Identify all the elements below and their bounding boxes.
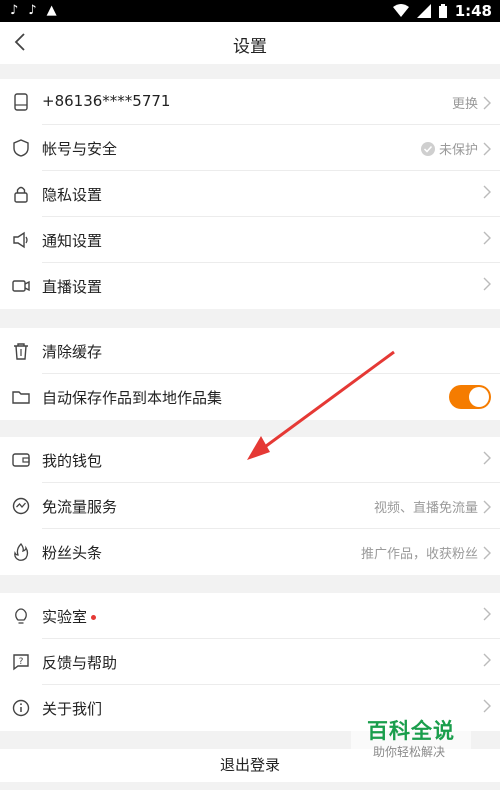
row-chevron — [478, 231, 492, 245]
trash-icon — [14, 343, 28, 360]
account-security-row[interactable]: 帐号与安全 未保护 — [0, 125, 500, 171]
live-settings-row[interactable]: 直播设置 — [0, 263, 500, 309]
free-data-hint: 视频、直播免流量 — [374, 497, 492, 516]
live-settings-label: 直播设置 — [42, 278, 103, 296]
watermark-subtitle: 助你轻松解决 — [373, 745, 446, 759]
chevron-right-icon — [483, 142, 491, 155]
security-status: 未保护 — [420, 139, 492, 158]
phone-number-row[interactable]: +86136****5771 更换 — [0, 79, 500, 125]
security-status-text: 未保护 — [438, 143, 478, 158]
clock: 1:48 — [454, 2, 492, 20]
chevron-right-icon — [483, 607, 491, 621]
row-chevron — [478, 699, 492, 713]
storage-settings-group: 清除缓存 自动保存作品到本地作品集 — [0, 328, 500, 420]
free-data-row[interactable]: 免流量服务 视频、直播免流量 — [0, 483, 500, 529]
status-bar: ♪ ♪ ▲ 1:48 — [0, 0, 500, 22]
free-data-label: 免流量服务 — [42, 498, 118, 516]
clear-cache-row[interactable]: 清除缓存 — [0, 328, 500, 374]
about-label: 关于我们 — [42, 700, 103, 718]
new-badge-dot — [91, 615, 97, 620]
row-chevron — [478, 277, 492, 291]
fans-headline-row[interactable]: 粉丝头条 推广作品，收获粉丝 — [0, 529, 500, 575]
change-phone-text: 更换 — [451, 97, 478, 112]
wallet-icon — [12, 453, 30, 467]
watermark-logo: 百科全说 助你轻松解决 — [351, 713, 471, 761]
clear-cache-label: 清除缓存 — [42, 343, 103, 361]
row-chevron — [478, 185, 492, 199]
row-chevron — [478, 607, 492, 621]
fire-icon — [14, 543, 29, 561]
chevron-right-icon — [483, 96, 491, 109]
privacy-settings-row[interactable]: 隐私设置 — [0, 171, 500, 217]
folder-icon — [12, 391, 30, 404]
phone-icon — [14, 93, 28, 111]
row-chevron — [478, 653, 492, 667]
change-phone-link[interactable]: 更换 — [452, 93, 492, 112]
check-circle-icon — [420, 141, 435, 156]
wallet-services-group: 我的钱包 免流量服务 视频、直播免流量 粉丝头条 推广作品，收获粉丝 — [0, 437, 500, 575]
tiktok-icon: ♪ — [10, 3, 19, 18]
notification-settings-label: 通知设置 — [42, 232, 103, 250]
lab-row[interactable]: 实验室 — [0, 593, 500, 639]
auto-save-toggle[interactable] — [449, 385, 491, 409]
privacy-settings-label: 隐私设置 — [42, 186, 103, 204]
account-settings-group: +86136****5771 更换 帐号与安全 未保护 隐私设置 通知设置 直播… — [0, 79, 500, 309]
tiktok-icon: ♪ — [28, 3, 37, 18]
chevron-right-icon — [483, 277, 491, 291]
misc-group: 实验室 ? 反馈与帮助 关于我们 — [0, 593, 500, 731]
toggle-knob — [469, 387, 489, 407]
page-title: 设置 — [233, 37, 267, 57]
battery-icon — [438, 4, 447, 18]
lightbulb-icon — [15, 608, 27, 624]
signal-icon — [416, 4, 431, 18]
chevron-right-icon — [483, 231, 491, 245]
wallet-row[interactable]: 我的钱包 — [0, 437, 500, 483]
info-icon — [12, 699, 30, 717]
chevron-right-icon — [483, 546, 491, 559]
image-icon: ▲ — [46, 3, 57, 18]
watermark-title: 百科全说 — [367, 719, 455, 743]
svg-text:?: ? — [19, 657, 24, 667]
fans-headline-label: 粉丝头条 — [42, 544, 103, 562]
chevron-right-icon — [483, 185, 491, 199]
free-data-hint-text: 视频、直播免流量 — [373, 501, 478, 516]
feedback-label: 反馈与帮助 — [42, 654, 118, 672]
lock-icon — [14, 186, 28, 203]
notification-settings-row[interactable]: 通知设置 — [0, 217, 500, 263]
fans-headline-hint-text: 推广作品，收获粉丝 — [360, 547, 478, 562]
shield-icon — [13, 139, 29, 157]
chevron-right-icon — [483, 451, 491, 465]
auto-save-label: 自动保存作品到本地作品集 — [42, 389, 223, 407]
feedback-row[interactable]: ? 反馈与帮助 — [0, 639, 500, 685]
system-icons: 1:48 — [392, 2, 492, 20]
chevron-right-icon — [483, 699, 491, 713]
feedback-icon: ? — [13, 654, 29, 671]
phone-number-label: +86136****5771 — [42, 92, 171, 110]
video-camera-icon — [12, 280, 30, 292]
wallet-label: 我的钱包 — [42, 452, 103, 470]
wifi-icon — [392, 4, 409, 17]
row-chevron — [478, 451, 492, 465]
notification-icons: ♪ ♪ ▲ — [10, 3, 57, 18]
chevron-right-icon — [483, 653, 491, 667]
data-flow-icon — [12, 497, 30, 515]
chevron-right-icon — [483, 500, 491, 513]
nav-bar: 设置 — [0, 22, 500, 64]
speaker-icon — [13, 231, 28, 249]
lab-label: 实验室 — [42, 606, 97, 627]
fans-headline-hint: 推广作品，收获粉丝 — [361, 543, 492, 562]
account-security-label: 帐号与安全 — [42, 140, 118, 158]
auto-save-row: 自动保存作品到本地作品集 — [0, 374, 500, 420]
lab-label-text: 实验室 — [42, 608, 88, 626]
